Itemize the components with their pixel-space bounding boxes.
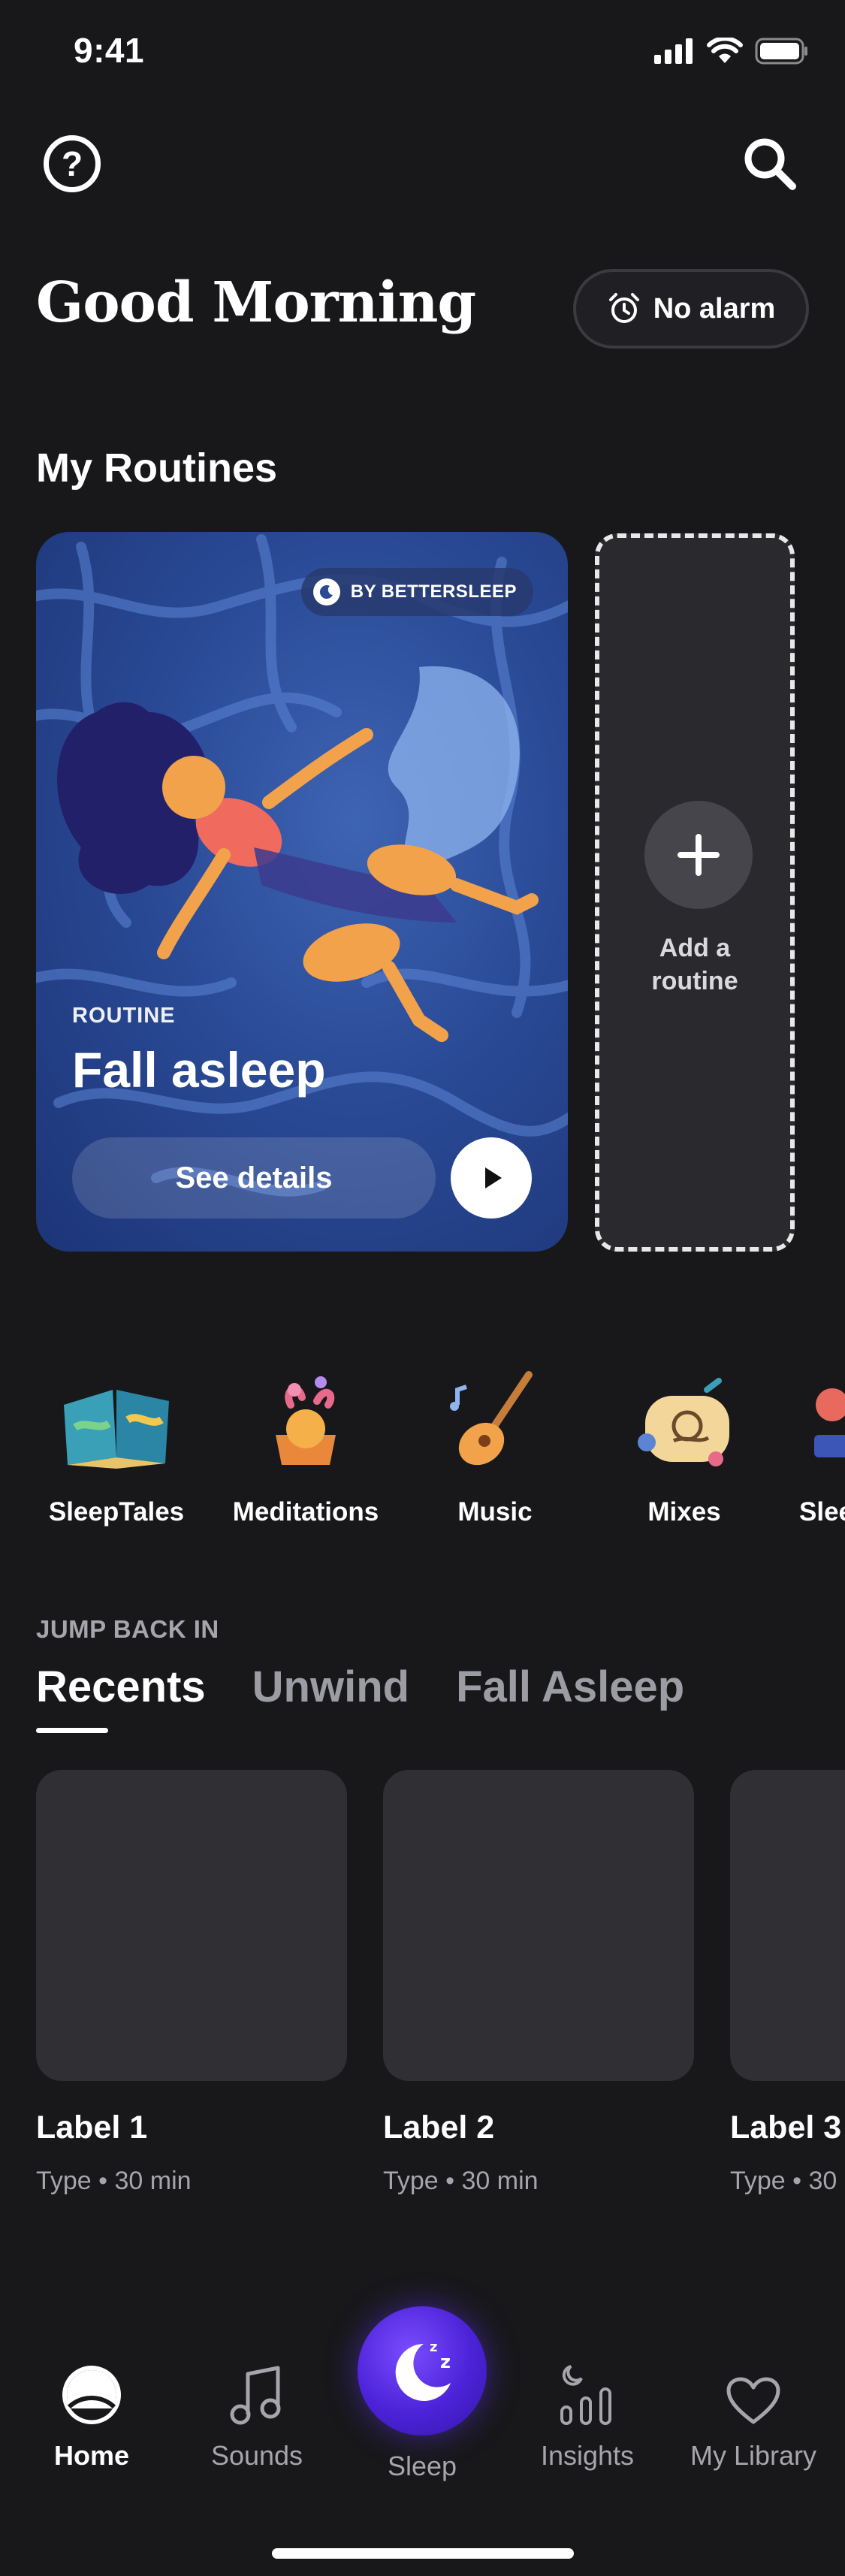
nav-insights[interactable]: Insights bbox=[512, 2359, 662, 2472]
plus-icon bbox=[678, 834, 720, 876]
add-routine-button[interactable] bbox=[644, 801, 753, 909]
category-mixes[interactable]: Mixes bbox=[598, 1360, 771, 1527]
recent-tile[interactable] bbox=[36, 1770, 347, 2081]
tab-fall-asleep[interactable]: Fall Asleep bbox=[456, 1662, 684, 1712]
recent-item-label: Label 3 bbox=[730, 2109, 842, 2146]
sleep-button[interactable]: z z bbox=[358, 2306, 487, 2436]
svg-text:z: z bbox=[430, 2339, 437, 2355]
routine-card[interactable]: BY BETTERSLEEP ROUTINE Fall asleep See d… bbox=[36, 532, 568, 1252]
heart-icon bbox=[726, 2377, 780, 2424]
category-sleep[interactable]: Slee bbox=[787, 1360, 845, 1527]
category-sleeptales[interactable]: SleepTales bbox=[30, 1360, 203, 1527]
wifi-icon bbox=[707, 38, 743, 63]
nav-home-label: Home bbox=[53, 2440, 130, 2471]
greeting-title: Good Morning bbox=[36, 270, 476, 335]
recent-item-label: Label 2 bbox=[383, 2109, 495, 2146]
guitar-icon bbox=[450, 1371, 533, 1466]
nav-sleep[interactable]: Sleep bbox=[347, 2451, 497, 2482]
bettersleep-logo-icon bbox=[312, 578, 340, 605]
nav-sounds-label: Sounds bbox=[210, 2440, 303, 2471]
category-label: SleepTales bbox=[48, 1497, 185, 1527]
recent-item-meta: Type • 30 min bbox=[36, 2167, 192, 2195]
svg-text:z: z bbox=[440, 2351, 451, 2372]
recent-tile[interactable] bbox=[383, 1770, 694, 2081]
category-label: Slee bbox=[799, 1497, 845, 1527]
insights-icon bbox=[560, 2365, 611, 2425]
nav-my-library-label: My Library bbox=[690, 2440, 817, 2471]
nav-home[interactable]: Home bbox=[17, 2359, 167, 2472]
jump-back-eyebrow: JUMP BACK IN bbox=[36, 1615, 219, 1643]
jump-back-tabs: Recents Unwind Fall Asleep bbox=[36, 1662, 684, 1712]
routines-section-title: My Routines bbox=[36, 445, 278, 491]
routine-title: Fall asleep bbox=[72, 1042, 326, 1098]
battery-icon bbox=[755, 38, 807, 65]
question-mark-icon: ? bbox=[61, 144, 83, 183]
category-meditations[interactable]: Meditations bbox=[219, 1360, 392, 1527]
moon-zzz-icon: z z bbox=[395, 2339, 451, 2401]
see-details-button[interactable]: See details bbox=[72, 1137, 436, 1219]
category-label: Music bbox=[457, 1497, 533, 1527]
status-icons bbox=[654, 38, 809, 65]
nav-sounds[interactable]: Sounds bbox=[182, 2359, 332, 2472]
book-icon bbox=[64, 1390, 169, 1469]
category-music[interactable]: Music bbox=[409, 1360, 581, 1527]
alarm-label: No alarm bbox=[653, 292, 776, 325]
add-routine-label: Add a routine bbox=[651, 934, 738, 995]
meditation-icon bbox=[276, 1376, 336, 1465]
play-icon bbox=[485, 1167, 502, 1188]
home-icon bbox=[62, 2366, 121, 2424]
help-button[interactable]: ? bbox=[44, 135, 101, 192]
nav-sleep-label: Sleep bbox=[387, 2451, 457, 2481]
recent-item-meta: Type • 30 min bbox=[383, 2167, 539, 2195]
home-indicator bbox=[272, 2548, 574, 2559]
tab-unwind[interactable]: Unwind bbox=[252, 1662, 409, 1712]
search-button[interactable] bbox=[740, 134, 800, 194]
search-icon bbox=[744, 138, 796, 190]
recent-item-label: Label 1 bbox=[36, 2109, 148, 2146]
music-note-icon bbox=[230, 2366, 281, 2425]
recent-tile[interactable] bbox=[730, 1770, 845, 2081]
category-label: Mixes bbox=[647, 1497, 721, 1527]
mixes-icon bbox=[638, 1378, 729, 1466]
recent-item-meta: Type • 30 bbox=[730, 2167, 837, 2195]
tab-recents[interactable]: Recents bbox=[36, 1662, 206, 1712]
alarm-button[interactable]: No alarm bbox=[573, 269, 809, 349]
sleep-icon bbox=[814, 1388, 845, 1457]
signal-icon bbox=[654, 38, 693, 64]
active-tab-indicator bbox=[36, 1728, 108, 1733]
play-button[interactable] bbox=[451, 1137, 532, 1219]
nav-insights-label: Insights bbox=[540, 2440, 635, 2471]
nav-my-library[interactable]: My Library bbox=[676, 2359, 831, 2472]
routine-eyebrow: ROUTINE bbox=[72, 1004, 176, 1028]
status-time: 9:41 bbox=[74, 31, 145, 70]
bettersleep-badge: BY BETTERSLEEP bbox=[300, 568, 533, 616]
alarm-clock-icon bbox=[608, 293, 639, 323]
category-label: Meditations bbox=[232, 1497, 379, 1527]
add-routine-card[interactable]: Add a routine bbox=[595, 533, 795, 1252]
badge-label: BY BETTERSLEEP bbox=[350, 581, 517, 602]
